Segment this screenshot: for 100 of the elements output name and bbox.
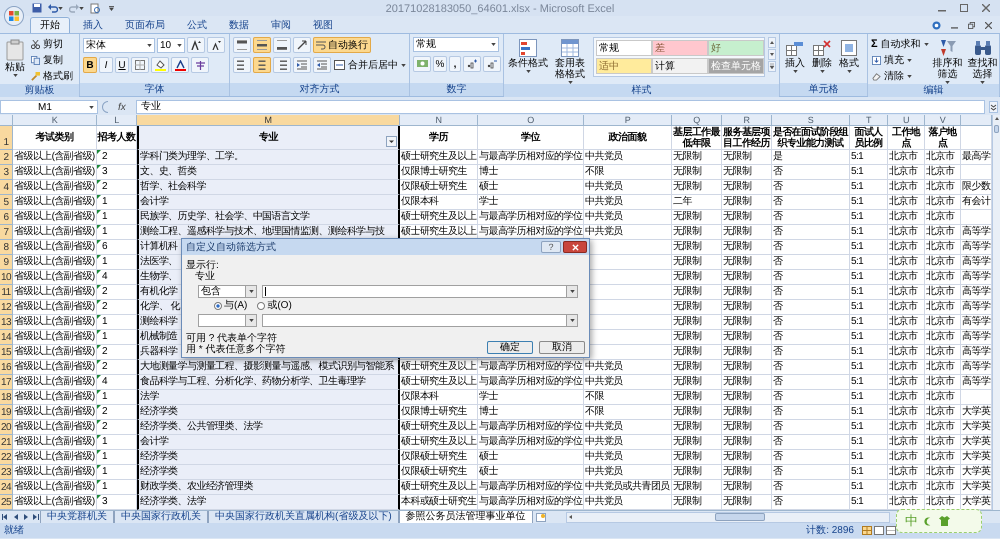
row-header[interactable]: 18 <box>0 390 13 405</box>
help-button[interactable]: ? <box>541 241 561 253</box>
row-header[interactable]: 16 <box>0 360 13 375</box>
row-header[interactable]: 7 <box>0 225 13 240</box>
save-icon[interactable] <box>32 3 42 13</box>
format-button[interactable]: I <box>99 57 113 73</box>
row-header[interactable]: 13 <box>0 315 13 330</box>
radio-label[interactable]: 与(A) <box>224 300 248 311</box>
sheet-tab[interactable]: 参照公务员法管理事业单位 <box>398 510 533 524</box>
dropdown-button[interactable] <box>245 315 256 326</box>
toolbar-button[interactable] <box>207 37 225 53</box>
column-header[interactable]: K <box>13 115 97 126</box>
dropdown-button[interactable] <box>245 286 256 297</box>
ribbon-tab[interactable]: 页面布局 <box>116 18 174 33</box>
customize-caret-icon[interactable] <box>109 6 114 10</box>
percent-button[interactable]: % <box>433 56 447 72</box>
toolbar-button[interactable] <box>253 37 271 53</box>
toolbar-button[interactable] <box>171 57 189 73</box>
toolbar-button[interactable] <box>191 57 209 73</box>
ribbon-button[interactable]: 粘贴 <box>3 39 27 77</box>
dropdown-button[interactable] <box>566 315 577 326</box>
ribbon-button[interactable]: 剪切 <box>30 37 74 52</box>
ribbon-tab[interactable]: 视图 <box>304 18 342 33</box>
sheet-nav-icon[interactable] <box>32 513 40 521</box>
toolbar-button[interactable] <box>313 57 331 73</box>
ribbon-button[interactable]: 填充 <box>871 53 929 68</box>
row-header[interactable]: 24 <box>0 480 13 495</box>
toolbar-button[interactable] <box>483 56 501 72</box>
close-icon[interactable] <box>982 4 990 12</box>
sheet-tab[interactable]: 中央国家行政机关 <box>114 510 208 524</box>
page-layout-icon[interactable] <box>874 526 884 535</box>
ribbon-button[interactable]: 清除 <box>871 69 929 84</box>
column-header[interactable]: M <box>137 115 400 126</box>
row-header[interactable]: 20 <box>0 420 13 435</box>
row-header[interactable]: 1 <box>0 126 13 150</box>
column-header[interactable]: Q <box>672 115 722 126</box>
format-button[interactable]: B <box>83 57 97 73</box>
sheet-nav-icon[interactable] <box>2 513 10 521</box>
row-header[interactable]: 8 <box>0 240 13 255</box>
row-header[interactable]: 19 <box>0 405 13 420</box>
toolbar-button[interactable] <box>293 37 311 53</box>
row-header[interactable]: 2 <box>0 150 13 165</box>
cell-style-swatch[interactable]: 差 <box>652 40 708 56</box>
dialog-button[interactable]: 取消 <box>539 341 585 354</box>
font-size-field[interactable]: 10 <box>157 38 185 52</box>
row-header[interactable]: 21 <box>0 435 13 450</box>
more-icon[interactable] <box>768 61 776 72</box>
font-name-field[interactable]: 宋体 <box>83 38 155 52</box>
ribbon-tab[interactable]: 插入 <box>74 18 112 33</box>
row-header[interactable]: 4 <box>0 180 13 195</box>
scroll-thumb[interactable] <box>994 125 999 133</box>
ribbon-button[interactable]: 合并后居中 <box>333 58 407 72</box>
column-header[interactable]: R <box>722 115 772 126</box>
column-header[interactable]: T <box>850 115 888 126</box>
row-header[interactable]: 3 <box>0 165 13 180</box>
autosum-button[interactable]: Σ 自动求和 <box>871 37 929 52</box>
toolbar-button[interactable] <box>233 57 251 73</box>
ribbon-button[interactable]: 条件格式 <box>507 39 549 73</box>
ribbon-button[interactable]: 复制 <box>30 53 74 68</box>
column-header[interactable]: N <box>400 115 478 126</box>
value-field[interactable] <box>262 285 578 298</box>
column-header[interactable]: O <box>478 115 584 126</box>
value-field[interactable] <box>262 314 578 327</box>
row-header[interactable]: 15 <box>0 345 13 360</box>
toolbar-button[interactable] <box>187 37 205 53</box>
row-header[interactable]: 25 <box>0 495 13 510</box>
column-header[interactable]: V <box>925 115 961 126</box>
cell-style-swatch[interactable]: 好 <box>708 40 764 56</box>
cell-style-swatch[interactable]: 适中 <box>596 58 652 74</box>
toolbar-button[interactable] <box>293 57 311 73</box>
column-header[interactable]: S <box>772 115 850 126</box>
row-header[interactable]: 5 <box>0 195 13 210</box>
format-button[interactable]: U <box>115 57 129 73</box>
insert-sheet-icon[interactable] <box>536 512 546 522</box>
print-preview-icon[interactable] <box>90 2 101 14</box>
ribbon-button[interactable]: 排序和筛选 <box>932 39 964 84</box>
toolbar-button[interactable] <box>273 57 291 73</box>
name-box[interactable]: M1 <box>0 100 98 114</box>
toolbar-button[interactable] <box>151 57 169 73</box>
cell-style-swatch[interactable]: 计算 <box>652 58 708 74</box>
expand-icon[interactable] <box>989 101 998 113</box>
sheet-tab[interactable]: 中央党群机关 <box>40 510 114 524</box>
row-header[interactable]: 22 <box>0 450 13 465</box>
row-header[interactable]: 17 <box>0 375 13 390</box>
radio-button[interactable] <box>257 302 266 310</box>
number-format-field[interactable]: 常规 <box>413 37 499 52</box>
ribbon-button[interactable]: 格式刷 <box>30 69 74 84</box>
wrap-text-button[interactable]: 自动换行 <box>313 37 371 53</box>
help-icon[interactable] <box>932 21 941 30</box>
undo-icon[interactable] <box>48 3 58 13</box>
vertical-scrollbar[interactable] <box>992 115 1000 510</box>
column-header[interactable]: P <box>584 115 672 126</box>
row-header[interactable]: 23 <box>0 465 13 480</box>
comma-button[interactable]: , <box>449 56 461 72</box>
ribbon-tab[interactable]: 开始 <box>30 17 70 33</box>
normal-view-icon[interactable] <box>862 526 872 535</box>
column-header[interactable]: L <box>97 115 137 126</box>
filter-dropdown-icon[interactable] <box>386 136 397 147</box>
close-button[interactable] <box>563 241 587 253</box>
toolbar-button[interactable] <box>233 37 251 53</box>
